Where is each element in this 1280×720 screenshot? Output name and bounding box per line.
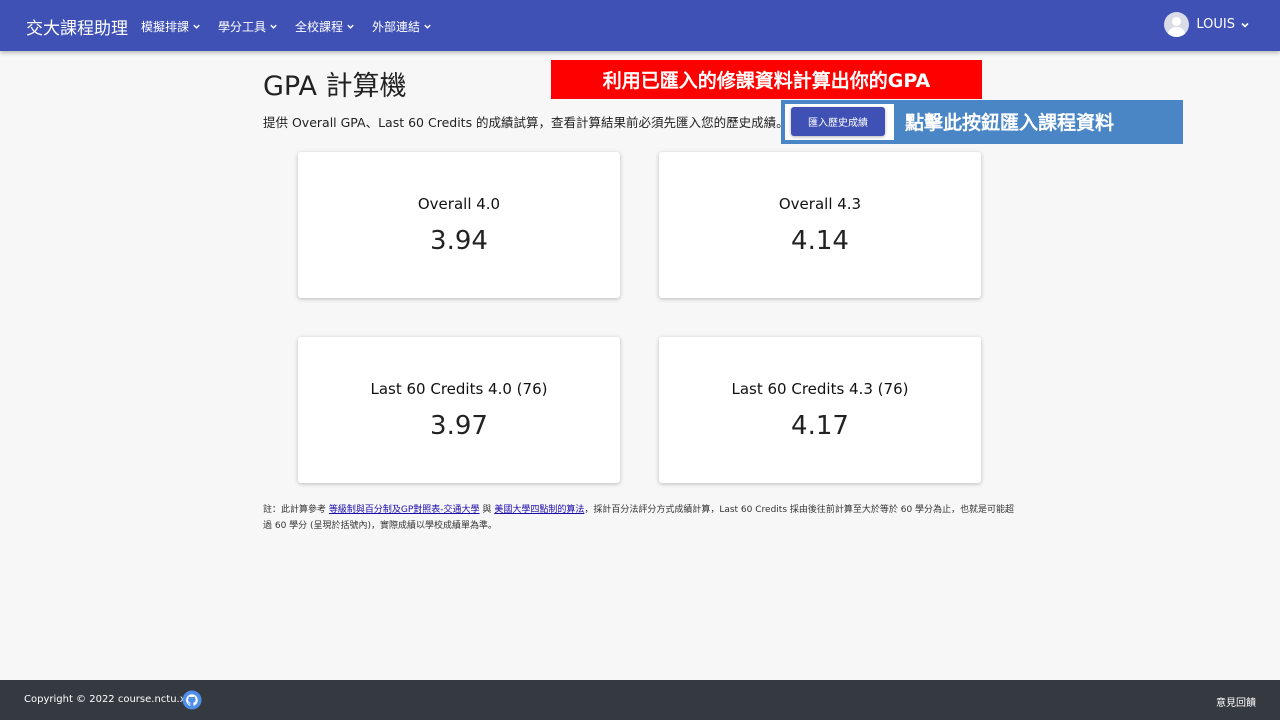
gpa-card-value: 4.14: [791, 226, 849, 256]
gpa-card-value: 3.94: [430, 226, 488, 256]
nav-item-schedule[interactable]: 模擬排課: [141, 18, 201, 35]
gpa-card-value: 3.97: [430, 411, 488, 441]
note-mid: 與: [482, 505, 492, 515]
gpa-card-label: Overall 4.0: [417, 195, 501, 213]
annotation-blue-callout: 匯入歷史成績 點擊此按鈕匯入課程資料: [781, 100, 1183, 144]
footer: Copyright © 2022 course.nctu.xyz 意見回饋: [0, 680, 1280, 720]
github-icon[interactable]: [182, 690, 202, 710]
nav-menu: 模擬排課 學分工具 全校課程 外部連結: [141, 18, 449, 35]
gpa-card-label: Overall 4.3: [778, 195, 862, 213]
gpa-card-label: Last 60 Credits 4.0 (76): [370, 380, 548, 398]
user-name: LOUIS: [1196, 17, 1235, 32]
copyright-text: Copyright © 2022 course.nctu.xyz: [24, 694, 197, 705]
avatar-icon: [1164, 12, 1190, 37]
chevron-down-icon: [1241, 22, 1249, 28]
gpa-card-overall-4-3: Overall 4.3 4.14: [659, 152, 981, 298]
note-prefix: 註：此計算參考: [263, 505, 327, 515]
user-menu[interactable]: LOUIS: [1164, 12, 1250, 37]
page-title: GPA 計算機: [263, 71, 407, 102]
nav-item-credit-tools[interactable]: 學分工具: [218, 18, 278, 35]
calculation-note: 註：此計算參考 等級制與百分制及GP對照表-交通大學 與 美國大學四點制的算法，…: [263, 502, 1023, 534]
gpa-card-last60-4-3: Last 60 Credits 4.3 (76) 4.17: [659, 337, 981, 483]
grade-table-link[interactable]: 等級制與百分制及GP對照表-交通大學: [329, 505, 480, 515]
annotation-red-callout: 利用已匯入的修課資料計算出你的GPA: [551, 60, 982, 99]
gpa-card-label: Last 60 Credits 4.3 (76): [731, 380, 909, 398]
gpa-card-last60-4-0: Last 60 Credits 4.0 (76) 3.97: [298, 337, 620, 483]
us-gpa-link[interactable]: 美國大學四點制的算法: [494, 505, 584, 515]
nav-item-external-links[interactable]: 外部連結: [372, 18, 432, 35]
page-description: 提供 Overall GPA、Last 60 Credits 的成績試算，查看計…: [263, 115, 789, 130]
nav-item-label: 外部連結: [372, 20, 421, 34]
nav-item-label: 模擬排課: [141, 20, 190, 34]
import-history-button[interactable]: 匯入歷史成績: [791, 107, 885, 136]
import-button-frame: 匯入歷史成績: [785, 104, 894, 140]
annotation-blue-text: 點擊此按鈕匯入課程資料: [905, 112, 1115, 134]
top-navbar: 交大課程助理 模擬排課 學分工具 全校課程 外部連結 LOUIS: [0, 0, 1280, 51]
nav-item-label: 全校課程: [295, 20, 344, 34]
chevron-down-icon: [424, 24, 431, 29]
gpa-card-overall-4-0: Overall 4.0 3.94: [298, 152, 620, 298]
brand-title[interactable]: 交大課程助理: [26, 14, 128, 39]
chevron-down-icon: [193, 24, 200, 29]
nav-item-label: 學分工具: [218, 20, 267, 34]
feedback-link[interactable]: 意見回饋: [1216, 694, 1256, 709]
chevron-down-icon: [347, 24, 354, 29]
gpa-card-value: 4.17: [791, 411, 849, 441]
nav-item-all-courses[interactable]: 全校課程: [295, 18, 355, 35]
chevron-down-icon: [270, 24, 277, 29]
